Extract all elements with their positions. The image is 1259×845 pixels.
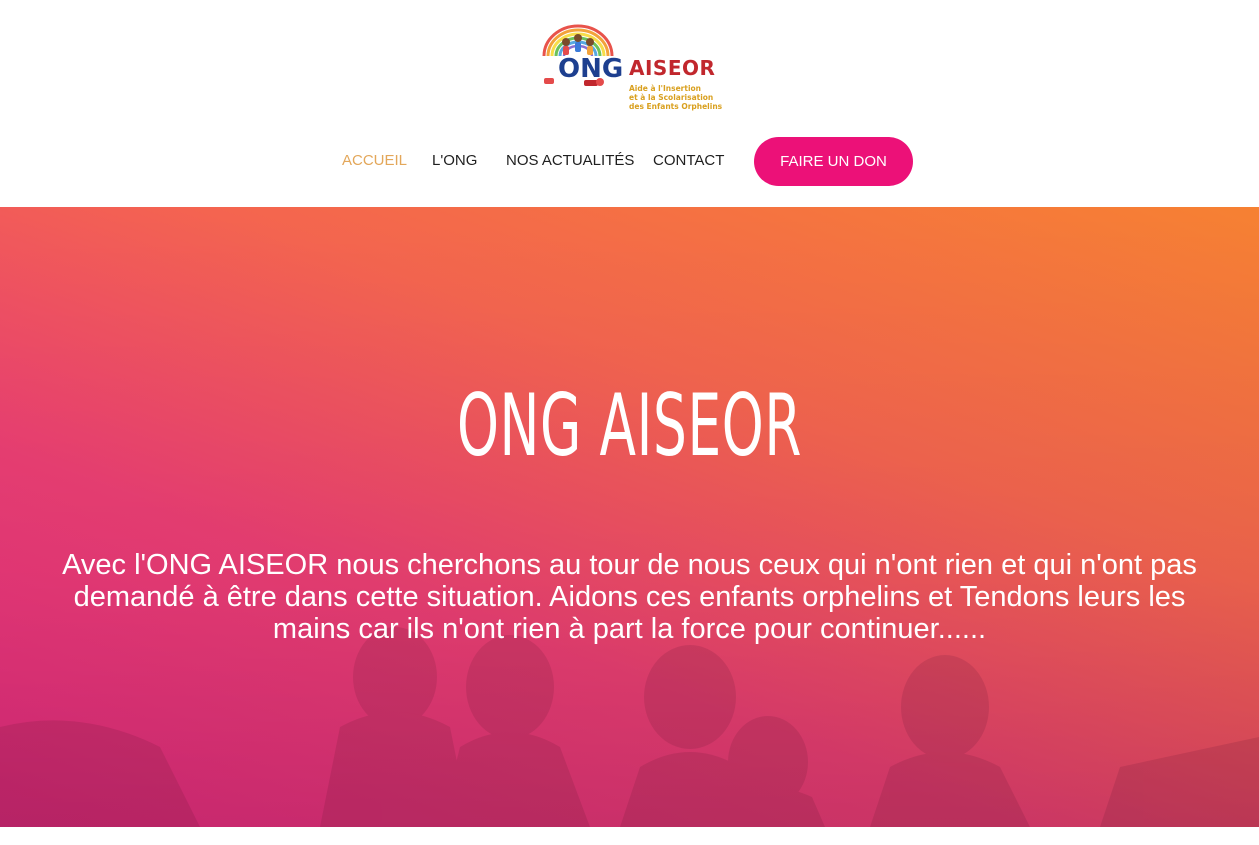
logo-ong-text: ONG <box>558 54 624 84</box>
children-photo-background <box>0 207 1259 827</box>
donate-button[interactable]: FAIRE UN DON <box>754 137 913 186</box>
logo-tagline-line-3: des Enfants Orphelins <box>629 102 723 111</box>
ong-aiseor-logo[interactable]: ONG AISEOR Aide à l'Insertion et à la Sc… <box>536 16 722 116</box>
site-header: ONG AISEOR Aide à l'Insertion et à la Sc… <box>0 0 1259 207</box>
nav-item-actualites[interactable]: NOS ACTUALITÉS <box>506 152 634 169</box>
nav-item-accueil[interactable]: ACCUEIL <box>342 152 407 169</box>
nav-item-long[interactable]: L'ONG <box>432 152 477 169</box>
nav-item-contact[interactable]: CONTACT <box>653 152 724 169</box>
hero-title: ONG AISEOR <box>456 376 803 476</box>
logo-tagline-line-2: et à la Scolarisation <box>629 93 714 102</box>
logo-tagline: Aide à l'Insertion et à la Scolarisation… <box>629 84 722 111</box>
logo-name: AISEOR <box>629 56 716 80</box>
page-bottom-strip <box>0 827 1259 845</box>
logo-tagline-line-1: Aide à l'Insertion <box>629 84 702 93</box>
hero-description: Avec l'ONG AISEOR nous cherchons au tour… <box>62 549 1197 645</box>
main-navigation: ACCUEIL L'ONG NOS ACTUALITÉS CONTACT FAI… <box>0 137 1259 186</box>
hero-banner: ONG AISEOR Avec l'ONG AISEOR nous cherch… <box>0 207 1259 827</box>
